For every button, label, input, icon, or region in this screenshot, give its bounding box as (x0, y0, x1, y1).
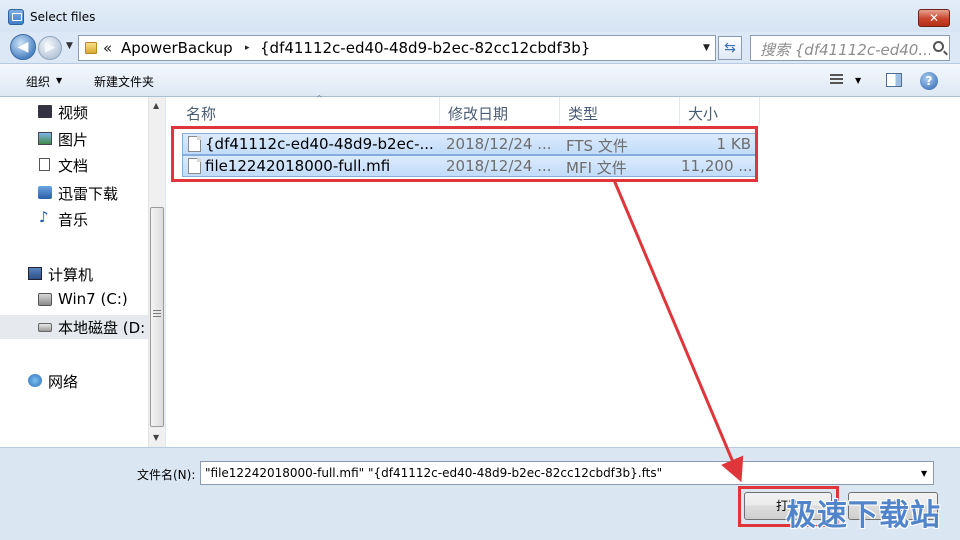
watermark-logo: 极速下载站 (786, 498, 941, 533)
sidebar-item-xunlei-downloads[interactable]: 迅雷下载 (0, 181, 148, 205)
sidebar-item-music[interactable]: 音乐 (0, 207, 148, 231)
recent-locations-dropdown-icon[interactable]: ▼ (66, 41, 73, 51)
column-header-size[interactable]: 大小 (680, 97, 760, 125)
video-icon (38, 105, 52, 118)
scroll-down-icon[interactable]: ▼ (153, 433, 159, 442)
document-icon (39, 158, 50, 171)
computer-icon (28, 267, 42, 280)
filename-dropdown-icon[interactable]: ▼ (921, 469, 927, 478)
navigation-scrollbar[interactable]: ▲ ▼ (148, 97, 165, 447)
command-toolbar: 组织 ▼ 新建文件夹 ▼ ? (0, 63, 960, 97)
sort-ascending-icon: ^ (316, 94, 323, 103)
forward-button[interactable]: ▶ (38, 36, 62, 60)
sidebar-item-label: Win7 (C:) (58, 290, 128, 308)
sidebar-item-label: 图片 (58, 131, 89, 149)
music-icon (38, 208, 52, 226)
breadcrumb-overflow-chevron[interactable]: « (103, 39, 112, 57)
refresh-button[interactable]: ⇆ (718, 36, 742, 60)
sidebar-item-label: 文档 (58, 157, 89, 175)
sidebar-item-computer[interactable]: 计算机 (0, 262, 148, 286)
close-button[interactable]: ✕ (918, 9, 950, 27)
scrollbar-thumb[interactable] (150, 207, 164, 427)
column-header-type[interactable]: 类型 (560, 97, 680, 125)
title-bar: Select files ✕ (0, 0, 960, 32)
address-dropdown-icon[interactable]: ▼ (703, 43, 710, 53)
drive-d-icon (38, 323, 52, 332)
column-header-date[interactable]: 修改日期 (440, 97, 560, 125)
sidebar-item-drive-c[interactable]: Win7 (C:) (0, 288, 148, 312)
navigation-bar: ◀ ▶ ▼ « ApowerBackup ▸ {df41112c-ed40-48… (0, 32, 960, 62)
breadcrumb-current-folder[interactable]: {df41112c-ed40-48d9-b2ec-82cc12cbdf3b} (260, 39, 590, 57)
scrollbar-grip-icon (153, 310, 161, 318)
network-icon (28, 374, 42, 387)
breadcrumb-apowerbackup[interactable]: ApowerBackup (121, 39, 233, 57)
sidebar-item-videos[interactable]: 视频 (0, 100, 148, 124)
address-bar[interactable]: « ApowerBackup ▸ {df41112c-ed40-48d9-b2e… (78, 35, 716, 61)
back-button[interactable]: ◀ (10, 34, 36, 60)
download-icon (38, 186, 52, 199)
breadcrumb-separator-icon[interactable]: ▸ (245, 43, 250, 53)
files-highlight-annotation (171, 126, 758, 182)
folder-icon (85, 42, 97, 54)
column-header-label: 修改日期 (448, 105, 509, 123)
help-icon[interactable]: ? (920, 72, 938, 90)
sidebar-item-label: 视频 (58, 104, 89, 122)
image-icon (38, 132, 52, 145)
sidebar-item-drive-d[interactable]: 本地磁盘 (D: (0, 315, 148, 339)
search-icon[interactable] (933, 41, 944, 52)
sidebar-item-pictures[interactable]: 图片 (0, 127, 148, 151)
sidebar-item-label: 本地磁盘 (D: (58, 319, 146, 337)
sidebar-item-documents[interactable]: 文档 (0, 153, 148, 177)
column-header-name[interactable]: 名称 ^ (178, 94, 440, 125)
sidebar-item-label: 音乐 (58, 211, 89, 229)
organize-button[interactable]: 组织 (26, 73, 50, 90)
filename-field[interactable]: "file12242018000-full.mfi" "{df41112c-ed… (200, 461, 934, 485)
preview-pane-icon[interactable] (886, 73, 902, 87)
search-box[interactable]: 搜索 {df41112c-ed40... (750, 35, 950, 61)
sidebar-item-network[interactable]: 网络 (0, 369, 148, 393)
scroll-up-icon[interactable]: ▲ (153, 101, 159, 110)
app-icon (8, 9, 24, 25)
view-options-icon[interactable] (830, 74, 843, 86)
sidebar-item-label: 迅雷下载 (58, 185, 119, 203)
new-folder-button[interactable]: 新建文件夹 (94, 73, 154, 90)
filename-label: 文件名(N): (137, 468, 196, 482)
drive-c-icon (38, 293, 52, 306)
sidebar-item-label: 计算机 (48, 266, 94, 284)
column-header-label: 名称 (186, 105, 217, 123)
column-header-label: 大小 (688, 105, 719, 123)
organize-dropdown-icon[interactable]: ▼ (56, 76, 62, 85)
column-header-label: 类型 (568, 105, 599, 123)
sidebar-item-label: 网络 (48, 373, 79, 391)
window-title: Select files (30, 10, 96, 24)
view-options-dropdown-icon[interactable]: ▼ (855, 76, 861, 85)
search-placeholder[interactable]: 搜索 {df41112c-ed40... (760, 39, 930, 60)
filename-value[interactable]: "file12242018000-full.mfi" "{df41112c-ed… (205, 466, 662, 480)
navigation-pane: 视频 图片 文档 迅雷下载 音乐 计算机 Win7 (C:) 本地磁盘 (D: … (0, 97, 148, 447)
